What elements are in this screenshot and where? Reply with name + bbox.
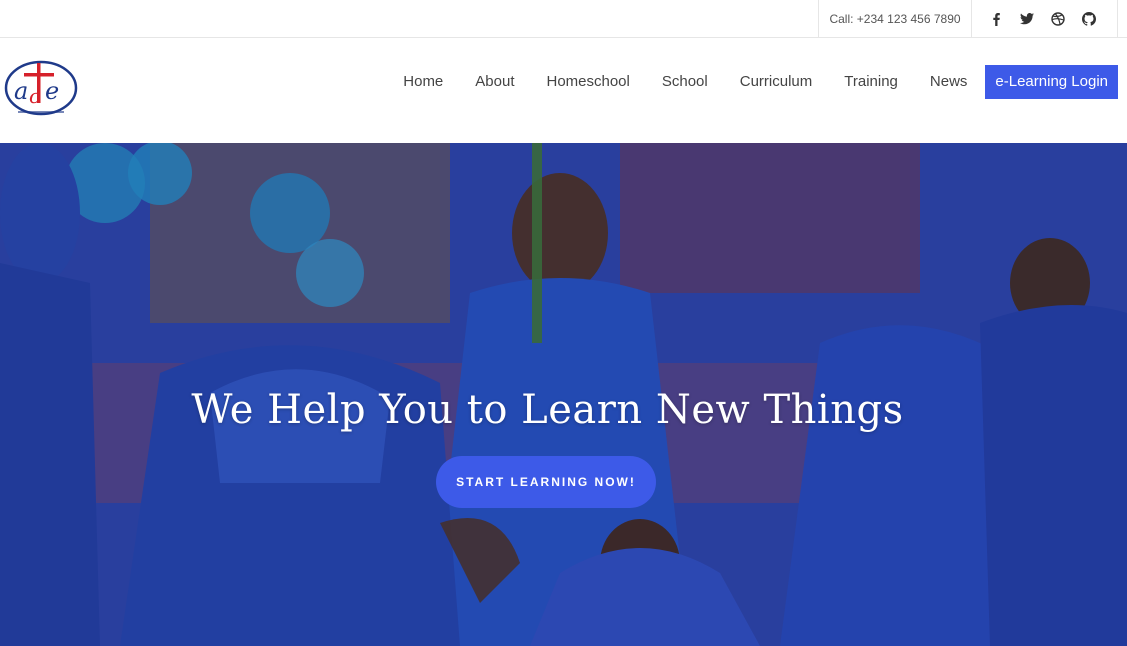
site-header: a c e Home About Homeschool School Curri… bbox=[0, 38, 1127, 143]
facebook-icon bbox=[992, 13, 1000, 26]
nav-school[interactable]: School bbox=[646, 65, 724, 99]
github-link[interactable] bbox=[1073, 0, 1104, 38]
twitter-link[interactable] bbox=[1011, 0, 1042, 38]
elearning-login-button[interactable]: e-Learning Login bbox=[985, 65, 1118, 99]
facebook-link[interactable] bbox=[980, 0, 1011, 38]
hero-section: We Help You to Learn New Things START LE… bbox=[0, 143, 1127, 646]
call-info: Call: +234 123 456 7890 bbox=[818, 0, 972, 38]
ace-logo: a c e bbox=[4, 60, 78, 116]
social-links bbox=[980, 0, 1104, 38]
nav-about[interactable]: About bbox=[459, 65, 530, 99]
nav-news[interactable]: News bbox=[914, 65, 984, 99]
svg-text:a: a bbox=[14, 77, 28, 105]
svg-text:c: c bbox=[29, 84, 40, 108]
nav-training[interactable]: Training bbox=[828, 65, 914, 99]
start-learning-button[interactable]: START LEARNING NOW! bbox=[436, 456, 656, 508]
site-logo[interactable]: a c e bbox=[4, 59, 78, 121]
dribbble-icon bbox=[1050, 12, 1065, 26]
call-text: Call: +234 123 456 7890 bbox=[829, 12, 961, 26]
main-nav: Home About Homeschool School Curriculum … bbox=[387, 65, 1118, 99]
twitter-icon bbox=[1019, 13, 1034, 25]
svg-text:e: e bbox=[45, 77, 59, 105]
top-bar: Call: +234 123 456 7890 bbox=[0, 0, 1127, 38]
nav-homeschool[interactable]: Homeschool bbox=[530, 65, 645, 99]
dribbble-link[interactable] bbox=[1042, 0, 1073, 38]
nav-home[interactable]: Home bbox=[387, 65, 459, 99]
topbar-divider bbox=[1117, 0, 1118, 38]
github-icon bbox=[1081, 12, 1096, 26]
hero-title: We Help You to Learn New Things bbox=[191, 387, 904, 433]
nav-curriculum[interactable]: Curriculum bbox=[724, 65, 829, 99]
